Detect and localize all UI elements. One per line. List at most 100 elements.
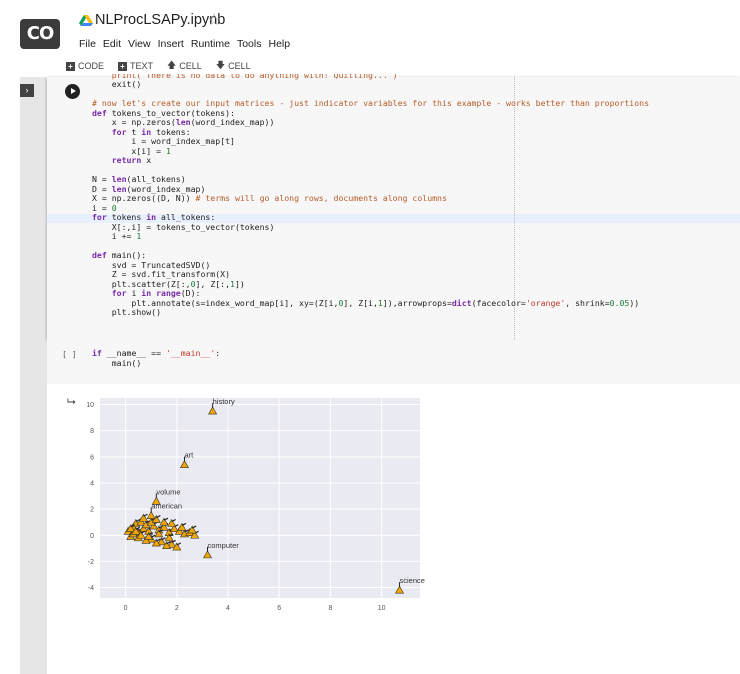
code-token: if xyxy=(92,348,107,358)
menu-item-edit[interactable]: Edit xyxy=(103,38,121,50)
code-token: tokens: xyxy=(156,126,191,137)
code-line: return x xyxy=(92,155,649,166)
code-token: x = np.zeros( xyxy=(92,117,176,127)
code-token: ]) xyxy=(234,278,245,289)
plus-square-icon: + xyxy=(118,61,128,71)
code-token: (word_index_map) xyxy=(126,183,206,194)
y-tick-label: 0 xyxy=(90,533,94,540)
menu-item-help[interactable]: Help xyxy=(268,38,290,50)
cell-execution-count[interactable]: [ ] xyxy=(62,349,77,359)
move-down-label: CELL xyxy=(228,61,251,71)
point-label: american xyxy=(151,502,182,511)
code-line: exit() xyxy=(92,79,649,90)
x-tick-label: 4 xyxy=(226,605,230,612)
star-icon[interactable]: ☆ xyxy=(207,10,221,30)
code-token: plt.annotate(s=index_word_map[i], xy=(Z[… xyxy=(92,297,339,308)
code-line: main() xyxy=(92,357,220,369)
point-label: art xyxy=(184,451,194,460)
code-token: 0.05 xyxy=(609,297,630,308)
code-editor[interactable]: print( There is no data to do anything w… xyxy=(92,74,649,318)
code-token: )) xyxy=(629,297,640,308)
code-line: X[:,i] = tokens_to_vector(tokens) xyxy=(92,222,649,233)
menu-item-file[interactable]: File xyxy=(79,38,96,50)
y-tick-label: 4 xyxy=(90,480,94,487)
x-tick-label: 2 xyxy=(175,605,179,612)
colab-logo[interactable]: CO xyxy=(20,19,60,49)
google-drive-icon xyxy=(79,15,93,26)
x-tick-label: 8 xyxy=(328,605,332,612)
code-token: D = xyxy=(92,183,112,194)
code-token: svd = TruncatedSVD() xyxy=(92,259,211,270)
x-tick-label: 10 xyxy=(378,605,386,612)
arrow-down-icon: 🡇 xyxy=(215,60,226,70)
point-label: computer xyxy=(208,541,240,550)
code-token: dict xyxy=(451,297,472,308)
code-token: def xyxy=(92,107,112,118)
point-label: volume xyxy=(156,487,180,496)
code-token: range xyxy=(156,288,181,298)
code-token: # terms will go along rows, documents al… xyxy=(195,193,447,203)
code-line: i = word_index_map[t] xyxy=(92,136,649,147)
code-token: len xyxy=(111,174,127,184)
code-token: (facecolor= xyxy=(471,297,526,308)
code-token: i += xyxy=(92,231,137,241)
code-token: x[i] = xyxy=(92,145,166,156)
code-token: main(): xyxy=(111,250,147,260)
code-token: (word_index_map)) xyxy=(190,117,275,127)
move-cell-down-button[interactable]: 🡇 CELL xyxy=(216,58,251,74)
menu-item-view[interactable]: View xyxy=(128,38,151,50)
add-text-label: TEXT xyxy=(130,61,154,71)
code-token: t xyxy=(131,126,142,137)
code-token: (D): xyxy=(180,288,201,298)
code-token: 'orange' xyxy=(525,297,566,308)
code-token: __name__ == xyxy=(106,348,166,358)
code-token: 0 xyxy=(111,202,117,213)
point-label: history xyxy=(213,397,235,406)
y-tick-label: 6 xyxy=(90,454,94,461)
code-token: for xyxy=(92,126,132,137)
code-token: tokens_to_vector(tokens): xyxy=(111,107,235,118)
code-line: X = np.zeros((D, N)) # terms will go alo… xyxy=(92,193,649,204)
code-token: N = xyxy=(92,174,112,184)
code-token: x xyxy=(146,155,152,165)
x-tick-label: 6 xyxy=(277,605,281,612)
add-text-button[interactable]: + TEXT xyxy=(118,61,153,71)
code-token: for xyxy=(92,288,132,298)
code-token: plt.scatter(Z[:, xyxy=(92,278,191,289)
run-cell-button[interactable] xyxy=(65,84,80,99)
code-token: # now let's create our input matrices - … xyxy=(92,98,650,108)
y-tick-label: -2 xyxy=(88,559,94,566)
code-token: in xyxy=(141,288,157,298)
y-tick-label: -4 xyxy=(88,585,94,592)
move-cell-up-button[interactable]: 🡅 CELL xyxy=(167,58,202,74)
menu-item-insert[interactable]: Insert xyxy=(158,38,184,50)
app-header: CO NLProcLSAPy.ipynb ☆ File Edit View Inser… xyxy=(0,0,740,55)
code-token: : xyxy=(215,348,221,358)
code-token: 1 xyxy=(136,231,142,241)
notebook-title[interactable]: NLProcLSAPy.ipynb xyxy=(95,12,225,28)
scatter-plot: 0 2 4 6 8 10 10 8 6 4 2 0 -2 -4 history art volume americ… xyxy=(86,397,425,612)
code-editor-main[interactable]: if __name__ == '__main__': main() xyxy=(92,348,221,369)
code-token: main() xyxy=(92,357,142,368)
plus-square-icon: + xyxy=(66,61,75,71)
add-code-button[interactable]: + CODE xyxy=(66,61,104,71)
code-token: , shrink= xyxy=(565,297,610,308)
menu-item-tools[interactable]: Tools xyxy=(237,38,262,50)
code-token: ], Z[:, xyxy=(195,278,231,289)
point-label: science xyxy=(400,576,425,585)
code-token: i = xyxy=(92,202,112,213)
x-tick-label: 0 xyxy=(124,605,128,612)
code-token: i xyxy=(131,288,142,298)
code-token: all_tokens: xyxy=(161,212,216,222)
code-token: in xyxy=(141,126,157,137)
sidebar-toggle-icon[interactable]: › xyxy=(20,84,34,97)
code-token: def xyxy=(92,250,112,260)
arrow-up-icon: 🡅 xyxy=(167,60,177,70)
code-token: tokens xyxy=(111,212,147,222)
code-line: plt.annotate(s=index_word_map[i], xy=(Z[… xyxy=(92,297,649,309)
code-token: for xyxy=(92,212,112,222)
menu-bar: File Edit View Insert Runtime Tools Help xyxy=(79,38,290,50)
code-token: '__main__' xyxy=(165,348,216,358)
menu-item-runtime[interactable]: Runtime xyxy=(191,38,230,50)
